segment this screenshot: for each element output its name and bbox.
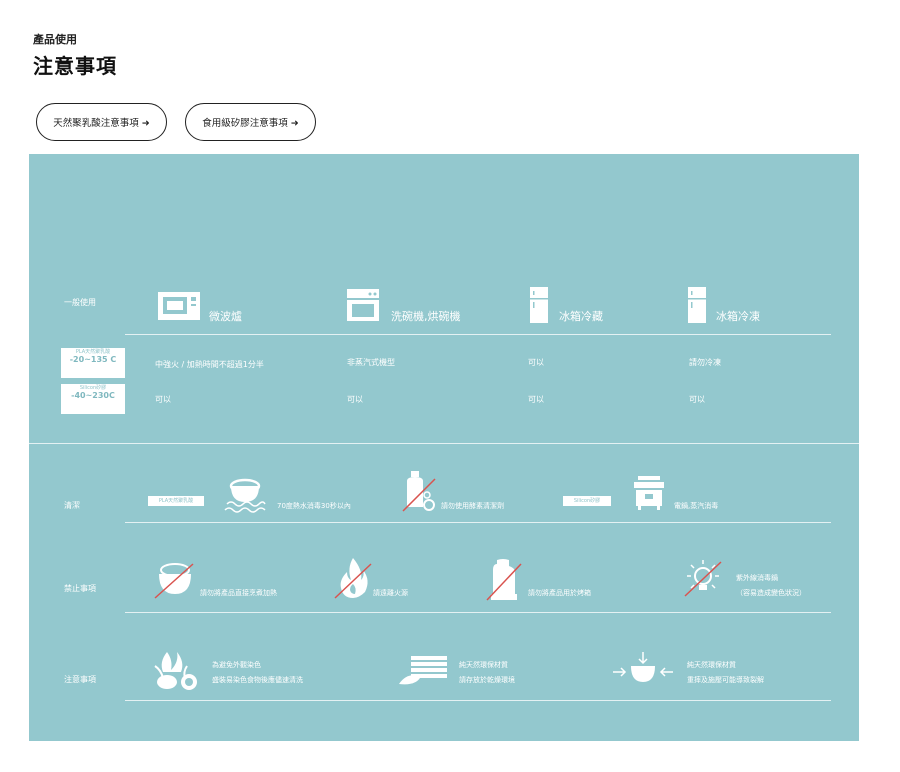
microwave-icon xyxy=(158,292,200,320)
pla-microwave-value: 中強火 / 加熱時間不超過1分半 xyxy=(155,360,264,369)
pressure-bowl-icon xyxy=(613,652,673,682)
notes-label: 注意事項 xyxy=(64,675,96,684)
no-detergent-icon xyxy=(402,471,436,512)
steamer-icon xyxy=(634,476,664,510)
pressure-note-line1: 純天然環保材質 xyxy=(687,661,736,669)
pla-notes-button[interactable]: 天然聚乳酸注意事項 ➜ xyxy=(36,103,167,141)
silicon-material-badge: Silicon矽膠 -40~230C xyxy=(61,384,125,414)
no-fire-note: 請遠離火源 xyxy=(373,589,408,597)
silicon-dishwasher-value: 可以 xyxy=(347,395,363,404)
pla-hot-water-note: 70度熱水消毒30秒以內 xyxy=(277,502,351,510)
care-panel: 一般使用 微波爐 洗碗機,烘碗機 冰箱冷藏 冰箱冷凍 PLA天然聚乳酸 -20~… xyxy=(29,154,859,741)
general-use-label: 一般使用 xyxy=(64,298,96,307)
dry-storage-icon xyxy=(399,656,447,685)
no-cooking-note: 請勿將產品直接烹煮加熱 xyxy=(200,589,277,597)
section-divider xyxy=(29,443,859,444)
prohibited-label: 禁止事項 xyxy=(64,584,96,593)
pla-fridge-value: 可以 xyxy=(528,358,544,367)
page-title: 注意事項 xyxy=(33,54,117,78)
stain-note-line2: 盛裝易染色食物後應儘速清洗 xyxy=(212,676,303,684)
no-uv-icon xyxy=(684,560,722,597)
pla-tag: PLA天然聚乳酸 xyxy=(148,496,204,506)
pla-freezer-value: 請勿冷凍 xyxy=(689,358,721,367)
uv-note-line1: 紫外線消毒鍋 xyxy=(736,574,778,582)
detergent-note: 請勿使用酵素清潔劑 xyxy=(441,502,504,510)
silicon-temp-range: -40~230C xyxy=(71,391,115,400)
divider xyxy=(125,700,831,701)
storage-note-line1: 純天然環保材質 xyxy=(459,661,508,669)
no-oven-icon xyxy=(486,559,522,601)
hot-water-bowl-icon xyxy=(224,478,266,513)
pla-temp-range: -20~135 C xyxy=(69,355,117,364)
cleaning-label: 清潔 xyxy=(64,501,80,510)
fridge-icon xyxy=(530,287,548,323)
silicon-microwave-value: 可以 xyxy=(155,395,171,404)
no-oven-note: 請勿將產品用於烤箱 xyxy=(528,589,591,597)
silicon-freezer-value: 可以 xyxy=(689,395,705,404)
stain-food-icon xyxy=(154,652,197,690)
divider xyxy=(125,522,831,523)
divider xyxy=(125,334,831,335)
silicon-tag: Silicon矽膠 xyxy=(563,496,611,506)
fridge-chill-label: 冰箱冷藏 xyxy=(559,310,603,323)
silicon-steam-note: 電鍋,蒸汽消毒 xyxy=(674,502,719,510)
pla-material-badge: PLA天然聚乳酸 -20~135 C xyxy=(61,348,125,378)
freezer-label: 冰箱冷凍 xyxy=(716,310,760,323)
dishwasher-icon xyxy=(347,289,379,321)
page-subtitle: 產品使用 xyxy=(33,33,77,46)
pla-dishwasher-value: 非蒸汽式機型 xyxy=(347,358,395,367)
silicon-fridge-value: 可以 xyxy=(528,395,544,404)
pressure-note-line2: 重摔及施壓可能導致裂解 xyxy=(687,676,764,684)
no-fire-icon xyxy=(334,558,372,599)
uv-note-line2: （容易造成變色狀況） xyxy=(736,589,806,597)
silicone-notes-button[interactable]: 食用級矽膠注意事項 ➜ xyxy=(185,103,316,141)
microwave-label: 微波爐 xyxy=(209,310,242,323)
divider xyxy=(125,612,831,613)
storage-note-line2: 請存放於乾燥環境 xyxy=(459,676,515,684)
stain-note-line1: 為避免外觀染色 xyxy=(212,661,261,669)
freezer-icon xyxy=(688,287,706,323)
dishwasher-label: 洗碗機,烘碗機 xyxy=(391,310,461,323)
no-cooking-icon xyxy=(154,563,194,599)
